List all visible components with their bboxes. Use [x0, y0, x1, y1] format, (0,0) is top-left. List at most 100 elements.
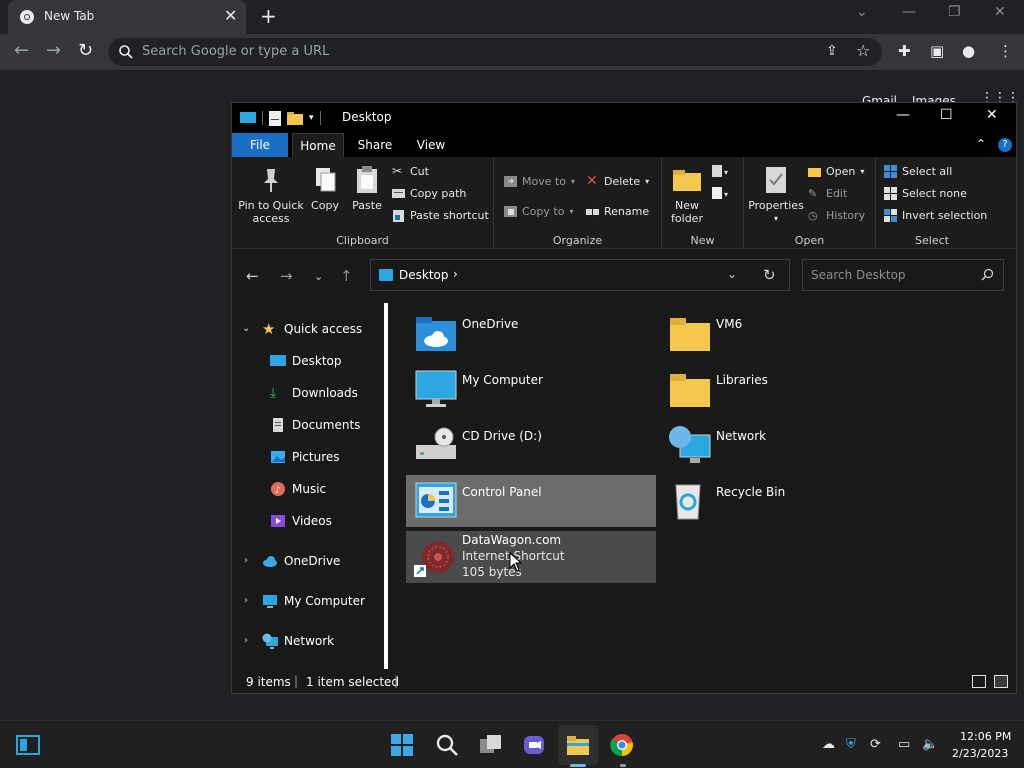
history-button[interactable]: ◷ History: [808, 207, 865, 223]
up-arrow-icon[interactable]: ↑: [340, 267, 353, 285]
computer-icon: [415, 370, 457, 407]
clock-date[interactable]: 2/23/2023: [952, 747, 1008, 760]
item-libraries[interactable]: Libraries: [660, 363, 910, 415]
side-panel-icon[interactable]: ▣: [930, 42, 944, 60]
nav-onedrive[interactable]: OneDrive: [262, 550, 340, 572]
invert-selection-button[interactable]: Invert selection: [884, 207, 987, 223]
explorer-close-icon[interactable]: ✕: [986, 107, 998, 123]
star-icon: ★: [262, 320, 276, 338]
tab-view[interactable]: View: [406, 133, 456, 157]
item-control-panel[interactable]: Control Panel: [406, 475, 656, 527]
expand-network-icon[interactable]: ›: [244, 635, 248, 646]
new-item-icon[interactable]: ▾: [712, 165, 732, 179]
reload-icon[interactable]: ↻: [78, 40, 93, 61]
tab-search-icon[interactable]: ⌄: [856, 4, 868, 20]
clock-time[interactable]: 12:06 PM: [960, 730, 1011, 743]
expand-quick-access-icon[interactable]: ⌄: [242, 323, 250, 334]
cut-button[interactable]: ✂ Cut: [392, 163, 429, 179]
nav-desktop[interactable]: Desktop 📌: [270, 350, 420, 372]
show-desktop-icon[interactable]: [16, 733, 40, 757]
easy-access-icon[interactable]: ▾: [712, 187, 732, 201]
details-view-icon[interactable]: [972, 675, 986, 688]
collapse-ribbon-icon[interactable]: ⌃: [976, 137, 986, 151]
move-to-button[interactable]: Move to ▾: [504, 173, 575, 189]
back-arrow-icon[interactable]: ←: [246, 267, 259, 285]
profile-icon[interactable]: ●: [962, 42, 975, 60]
tab-close-button[interactable]: ✕: [224, 6, 237, 25]
network-tray-icon[interactable]: ▭: [898, 737, 910, 752]
search-input[interactable]: Search Desktop: [802, 259, 1004, 291]
copy-button[interactable]: Copy: [308, 165, 342, 212]
copy-to-button[interactable]: Copy to ▾: [504, 203, 573, 219]
item-datawagon[interactable]: DataWagon.com Internet Shortcut 105 byte…: [406, 531, 656, 583]
recent-locations-icon[interactable]: ⌄: [314, 270, 323, 283]
extensions-icon[interactable]: ✚: [898, 42, 911, 60]
new-tab-button[interactable]: +: [260, 4, 277, 28]
nav-music[interactable]: ♪ Music: [270, 478, 326, 500]
update-icon[interactable]: ⟳: [870, 737, 881, 752]
search-icon[interactable]: [435, 733, 459, 757]
address-dropdown-icon[interactable]: ⌄: [727, 267, 737, 281]
properties-icon[interactable]: [269, 110, 281, 126]
minimize-icon[interactable]: —: [902, 4, 916, 20]
pin-to-quick-access-button[interactable]: Pin to Quick access: [238, 165, 304, 225]
tab-home[interactable]: Home: [292, 133, 344, 157]
item-cd-drive[interactable]: CD Drive (D:): [406, 419, 656, 471]
chrome-icon[interactable]: [610, 733, 634, 757]
nav-videos[interactable]: Videos: [270, 510, 332, 532]
teams-chat-icon[interactable]: [522, 733, 546, 757]
file-explorer-icon[interactable]: [566, 733, 590, 757]
task-view-icon[interactable]: [479, 733, 503, 757]
paste-shortcut-button[interactable]: Paste shortcut: [392, 207, 489, 223]
refresh-icon[interactable]: ↻: [763, 266, 776, 284]
nav-pictures[interactable]: Pictures 📌: [270, 446, 420, 468]
close-icon[interactable]: ✕: [994, 4, 1006, 20]
onedrive-offline-icon[interactable]: ☁: [822, 737, 835, 752]
nav-documents[interactable]: Documents 📌: [270, 414, 420, 436]
explorer-minimize-icon[interactable]: —: [896, 107, 910, 123]
menu-icon[interactable]: ⋮: [998, 42, 1013, 60]
nav-downloads[interactable]: ⤓ Downloads 📌: [270, 382, 420, 404]
breadcrumb-separator[interactable]: ›: [453, 267, 458, 281]
expand-my-computer-icon[interactable]: ›: [244, 595, 248, 606]
windows-security-icon[interactable]: ⛨: [846, 737, 856, 752]
expand-onedrive-icon[interactable]: ›: [244, 555, 248, 566]
open-button[interactable]: Open ▾: [808, 163, 864, 179]
new-folder-icon[interactable]: [287, 111, 303, 125]
item-onedrive[interactable]: OneDrive: [406, 307, 656, 359]
properties-button[interactable]: Properties ▾: [748, 165, 804, 225]
tab-file[interactable]: File: [232, 133, 288, 157]
volume-icon[interactable]: 🔈: [922, 737, 938, 752]
help-icon[interactable]: ?: [998, 138, 1012, 152]
nav-my-computer[interactable]: My Computer: [262, 590, 365, 612]
explorer-maximize-icon[interactable]: ☐: [940, 107, 953, 123]
back-icon[interactable]: ←: [14, 40, 29, 61]
start-icon[interactable]: [390, 733, 414, 757]
edit-button[interactable]: ✎ Edit: [808, 185, 847, 201]
paste-button[interactable]: Paste: [348, 165, 386, 212]
large-icons-view-icon[interactable]: [994, 675, 1008, 688]
restore-icon[interactable]: ❐: [948, 4, 961, 20]
share-icon[interactable]: ⇪: [826, 43, 838, 59]
address-location[interactable]: Desktop: [399, 268, 449, 282]
item-recycle-bin[interactable]: Recycle Bin: [660, 475, 910, 527]
item-network[interactable]: Network: [660, 419, 910, 471]
select-none-button[interactable]: Select none: [884, 185, 967, 201]
nav-network[interactable]: Network: [262, 630, 334, 652]
forward-icon[interactable]: →: [46, 40, 61, 61]
customize-qat-icon[interactable]: ▾: [309, 113, 314, 123]
nav-quick-access[interactable]: ★ Quick access: [262, 318, 362, 340]
item-vm6[interactable]: VM6: [660, 307, 910, 359]
tab-share[interactable]: Share: [350, 133, 400, 157]
omnibox[interactable]: Search Google or type a URL ⇪ ☆: [108, 38, 882, 66]
item-my-computer[interactable]: My Computer: [406, 363, 656, 415]
rename-button[interactable]: Rename: [586, 203, 649, 219]
forward-arrow-icon[interactable]: →: [280, 267, 293, 285]
new-folder-button[interactable]: New folder: [666, 165, 708, 225]
delete-button[interactable]: ✕ Delete ▾: [586, 173, 649, 189]
tab-new-tab[interactable]: New Tab ✕: [8, 0, 246, 34]
select-all-button[interactable]: Select all: [884, 163, 952, 179]
bookmark-star-icon[interactable]: ☆: [856, 41, 870, 60]
copy-path-button[interactable]: Copy path: [392, 185, 466, 201]
address-field[interactable]: Desktop › ⌄ ↻: [370, 259, 790, 291]
